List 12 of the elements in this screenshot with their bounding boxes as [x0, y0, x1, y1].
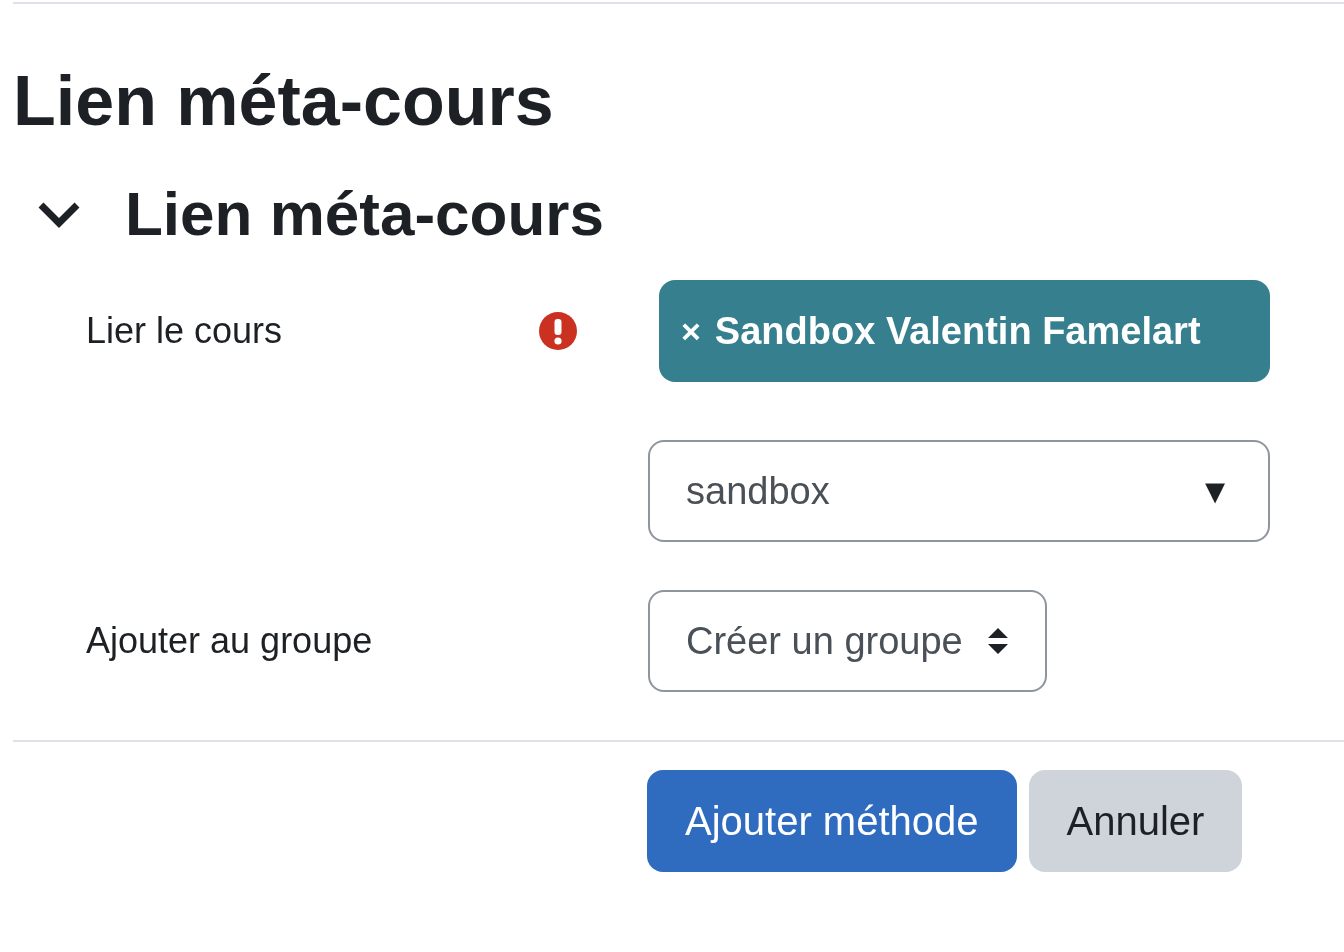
sort-arrows-icon — [986, 626, 1009, 656]
field-label: Ajouter au groupe — [86, 619, 374, 663]
cancel-button[interactable]: Annuler — [1028, 770, 1243, 872]
search-field[interactable]: sandbox ▼ — [648, 440, 1270, 542]
chip-label: Sandbox Valentin Famelart — [714, 309, 1201, 353]
course-chip[interactable]: × Sandbox Valentin Famelart — [659, 280, 1270, 382]
submit-button[interactable]: Ajouter méthode — [647, 770, 1017, 872]
page-title: Lien méta-cours — [13, 61, 555, 142]
remove-button[interactable]: × — [681, 311, 701, 351]
section-title: Lien méta-cours — [125, 178, 604, 250]
field-label: Lier le cours — [86, 309, 284, 353]
group-select[interactable]: Créer un groupe — [648, 590, 1047, 692]
